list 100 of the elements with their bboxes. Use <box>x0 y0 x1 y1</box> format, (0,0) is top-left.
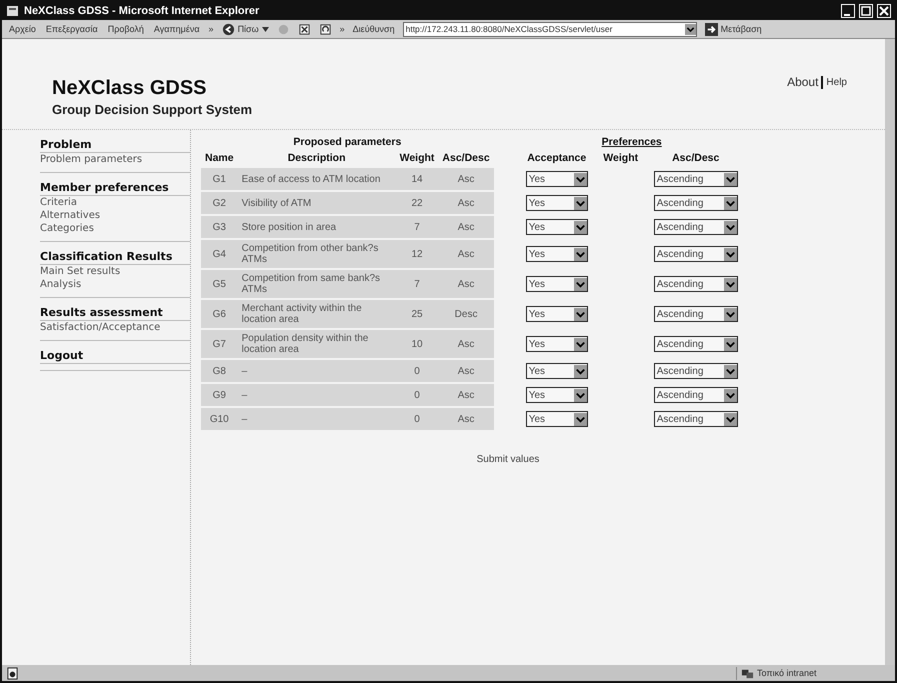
column-header: Asc/Desc <box>672 152 720 164</box>
acceptance-dropdown[interactable]: Yes <box>526 195 588 211</box>
table-cell: G2 <box>201 191 238 215</box>
column-header: Description <box>288 152 346 164</box>
table-cell: Asc <box>438 167 494 191</box>
caret-icon <box>724 196 737 210</box>
order-dropdown[interactable]: Ascending <box>654 171 738 187</box>
sidebar-item[interactable]: Alternatives <box>40 209 190 222</box>
caret-icon <box>724 248 737 260</box>
table-cell: 10 <box>396 329 438 359</box>
window-title: NeXClass GDSS - Microsoft Internet Explorer <box>24 5 260 17</box>
caret-icon <box>574 364 587 378</box>
sidebar-item[interactable]: Criteria <box>40 196 190 209</box>
acceptance-dropdown[interactable]: Yes <box>526 171 588 187</box>
caret-icon <box>574 412 587 426</box>
table-cell: Asc <box>438 191 494 215</box>
table-cell: Asc <box>438 269 494 299</box>
caret-icon <box>574 278 587 290</box>
sidebar-heading[interactable]: Member preferences <box>40 181 190 196</box>
table-cell: 22 <box>396 191 438 215</box>
close-icon[interactable] <box>877 4 891 18</box>
order-dropdown[interactable]: Ascending <box>654 219 738 235</box>
header-link[interactable]: Help <box>826 76 847 88</box>
column-header: Asc/Desc <box>442 152 490 164</box>
menu-item[interactable]: Επεξεργασία <box>44 24 99 34</box>
column-header: Name <box>205 152 234 164</box>
menu-item[interactable]: Προβολή <box>106 24 145 34</box>
table-cell: 25 <box>396 299 438 329</box>
table-cell: – <box>238 407 396 430</box>
acceptance-dropdown[interactable]: Yes <box>526 387 588 403</box>
caret-icon <box>574 338 587 350</box>
order-dropdown[interactable]: Ascending <box>654 195 738 211</box>
go-button[interactable]: Μετάβαση <box>704 22 762 36</box>
table-cell: Visibility of ATM <box>238 191 396 215</box>
acceptance-dropdown[interactable]: Yes <box>526 219 588 235</box>
table-cell: Asc <box>438 329 494 359</box>
acceptance-dropdown[interactable]: Yes <box>526 336 588 352</box>
page-icon <box>6 666 19 680</box>
address-field[interactable]: http://172.243.11.80:8080/NeXClassGDSS/servlet/user <box>402 22 697 36</box>
caret-icon <box>574 308 587 320</box>
sidebar-item[interactable]: Categories <box>40 222 190 235</box>
chevron[interactable]: » <box>340 24 345 34</box>
table-cell: G6 <box>201 299 238 329</box>
table-cell: G3 <box>201 215 238 239</box>
acceptance-dropdown[interactable]: Yes <box>526 411 588 427</box>
menu-item[interactable]: Αγαπημένα <box>152 24 201 34</box>
caret-icon <box>724 364 737 378</box>
table-cell: Competition from other bank?s ATMs <box>238 239 396 269</box>
order-dropdown[interactable]: Ascending <box>654 276 738 292</box>
acceptance-dropdown[interactable]: Yes <box>526 306 588 322</box>
table-cell: Asc <box>438 359 494 383</box>
maximize-icon[interactable] <box>859 4 873 18</box>
order-dropdown[interactable]: Ascending <box>654 246 738 262</box>
menu-item[interactable]: Αρχείο <box>8 24 37 34</box>
sidebar-heading[interactable]: Problem <box>40 138 190 153</box>
minimize-icon[interactable] <box>841 4 855 18</box>
refresh-icon[interactable] <box>318 22 332 36</box>
caret-icon <box>574 196 587 210</box>
sidebar-item[interactable]: Problem parameters <box>40 153 190 166</box>
header-link[interactable]: About <box>787 75 818 89</box>
column-header: Weight <box>400 152 434 164</box>
order-dropdown[interactable]: Ascending <box>654 363 738 379</box>
stop-icon[interactable] <box>298 22 311 36</box>
sidebar-item[interactable]: Main Set results <box>40 265 190 278</box>
sidebar-item[interactable]: Analysis <box>40 278 190 291</box>
acceptance-dropdown[interactable]: Yes <box>526 246 588 262</box>
zone-label: Τοπικό intranet <box>757 668 817 678</box>
table-cell: Population density within the location area <box>238 329 396 359</box>
caret-icon <box>574 388 587 402</box>
sidebar-heading[interactable]: Classification Results <box>40 250 190 265</box>
order-dropdown[interactable]: Ascending <box>654 336 738 352</box>
back-button[interactable]: Πίσω <box>222 22 269 36</box>
acceptance-dropdown[interactable]: Yes <box>526 363 588 379</box>
table-cell: Asc <box>438 407 494 430</box>
acceptance-dropdown[interactable]: Yes <box>526 276 588 292</box>
column-header: Weight <box>603 152 638 164</box>
table-cell: 14 <box>396 167 438 191</box>
table-cell: Merchant activity within the location area <box>238 299 396 329</box>
caret-icon <box>724 308 737 320</box>
order-dropdown[interactable]: Ascending <box>654 411 738 427</box>
order-dropdown[interactable]: Ascending <box>654 306 738 322</box>
sidebar-heading[interactable]: Results assessment <box>40 306 190 321</box>
order-dropdown[interactable]: Ascending <box>654 387 738 403</box>
table-cell: G8 <box>201 359 238 383</box>
table-cell: 7 <box>396 269 438 299</box>
group-heading: Proposed parameters <box>293 136 402 148</box>
caret-icon <box>724 412 737 426</box>
table-cell: 0 <box>396 383 438 407</box>
caret-icon <box>574 248 587 260</box>
table-cell: G5 <box>201 269 238 299</box>
table-cell: – <box>238 383 396 407</box>
sidebar-heading[interactable]: Logout <box>40 349 190 364</box>
sidebar-item[interactable]: Satisfaction/Acceptance <box>40 321 190 334</box>
table-cell: Asc <box>438 383 494 407</box>
caret-icon <box>724 278 737 290</box>
chevron[interactable]: » <box>208 24 214 34</box>
caret-icon <box>574 172 587 186</box>
submit-button[interactable]: Submit values <box>474 452 542 467</box>
table-cell: Competition from same bank?s ATMs <box>238 269 396 299</box>
table-cell: 12 <box>396 239 438 269</box>
